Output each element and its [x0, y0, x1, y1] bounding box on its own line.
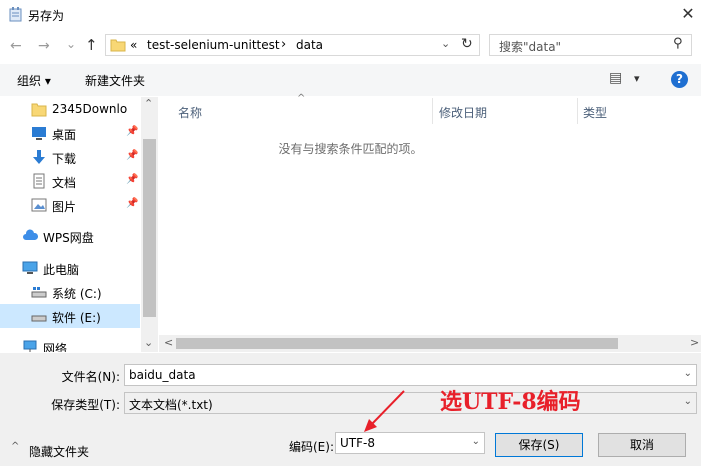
notepad-icon	[9, 7, 22, 22]
sidebar-item-documents[interactable]: 文档 📌	[0, 169, 140, 193]
network-icon	[23, 340, 37, 352]
picture-icon	[31, 198, 47, 212]
encoding-dropdown-icon[interactable]: ⌄	[472, 436, 480, 447]
scroll-down-icon[interactable]: ⌄	[144, 336, 153, 349]
search-input[interactable]: 搜索"data" ⚲	[489, 34, 692, 56]
folder-icon	[31, 103, 47, 117]
sidebar-item-label: WPS网盘	[43, 231, 94, 245]
new-folder-button[interactable]: 新建文件夹	[85, 72, 145, 89]
view-dropdown-icon[interactable]: ▾	[634, 72, 640, 85]
sidebar-item-label: 软件 (E:)	[52, 311, 101, 325]
sidebar-item-drive-e[interactable]: 软件 (E:)	[0, 304, 140, 328]
sidebar-item-label: 网络	[43, 342, 68, 352]
hide-folders-button[interactable]: 隐藏文件夹	[29, 443, 89, 460]
sidebar-item-network[interactable]: 网络	[0, 335, 140, 352]
breadcrumb-item[interactable]: test-selenium-unittest	[147, 38, 280, 52]
address-bar[interactable]: « test-selenium-unittest › data ⌄ ↻	[105, 34, 480, 56]
sidebar-item-2345downloads[interactable]: 2345Downlo	[0, 97, 140, 121]
pin-icon: 📌	[126, 198, 139, 209]
sidebar-item-label: 2345Downlo	[52, 102, 128, 116]
file-list[interactable]	[159, 97, 701, 352]
address-dropdown-icon[interactable]: ⌄	[441, 37, 450, 50]
breadcrumb-separator-icon[interactable]: ›	[281, 37, 286, 52]
recent-dropdown-icon[interactable]: ⌄	[66, 35, 76, 53]
sidebar-item-pictures[interactable]: 图片 📌	[0, 193, 140, 217]
breadcrumb-item[interactable]: data	[296, 38, 323, 52]
search-placeholder: 搜索"data"	[499, 40, 562, 54]
filetype-label: 保存类型(T):	[51, 398, 120, 412]
filetype-value: 文本文档(*.txt)	[129, 398, 213, 412]
drive-icon	[31, 287, 47, 298]
view-options-icon[interactable]: ▤	[609, 70, 622, 86]
column-header-date[interactable]: 修改日期	[439, 104, 487, 121]
filename-input[interactable]: baidu_data ⌄	[124, 364, 697, 386]
scroll-left-icon[interactable]: <	[164, 336, 173, 349]
refresh-icon[interactable]: ↻	[461, 36, 473, 52]
filename-value: baidu_data	[129, 368, 196, 382]
annotation-arrow-icon	[364, 390, 405, 432]
document-icon	[33, 173, 45, 189]
sidebar-item-label: 图片	[52, 200, 77, 214]
column-divider[interactable]	[432, 98, 433, 124]
sidebar-scroll-thumb[interactable]	[143, 139, 156, 317]
close-icon[interactable]: ✕	[678, 4, 698, 24]
scroll-right-icon[interactable]: >	[690, 336, 699, 349]
hscroll-thumb[interactable]	[176, 338, 618, 349]
filename-label: 文件名(N):	[61, 370, 120, 384]
encoding-select[interactable]: UTF-8 ⌄	[335, 432, 485, 454]
forward-icon[interactable]: →	[38, 37, 50, 55]
computer-icon	[22, 261, 38, 274]
sidebar-item-label: 系统 (C:)	[52, 287, 102, 301]
scroll-up-icon[interactable]: ⌃	[144, 97, 153, 110]
column-divider[interactable]	[577, 98, 578, 124]
pin-icon: 📌	[126, 174, 139, 185]
sidebar-item-drive-c[interactable]: 系统 (C:)	[0, 280, 140, 304]
title-bar	[0, 0, 701, 30]
back-icon[interactable]: ←	[10, 37, 22, 55]
navigation-pane: 2345Downlo 桌面 📌 下载 📌 文档 📌 图片 📌 WPS网盘 此电脑…	[0, 97, 158, 352]
filename-dropdown-icon[interactable]: ⌄	[684, 368, 692, 379]
sidebar-item-label: 此电脑	[43, 263, 80, 277]
organize-button[interactable]: 组织 ▾	[17, 72, 51, 89]
annotation-text: 选UTF-8编码	[440, 389, 581, 415]
window-title: 另存为	[28, 9, 65, 23]
sidebar-item-this-pc[interactable]: 此电脑	[0, 256, 140, 280]
filetype-select[interactable]: 文本文档(*.txt) ⌄	[124, 392, 697, 414]
breadcrumb-overflow-icon[interactable]: «	[130, 38, 137, 52]
filetype-dropdown-icon[interactable]: ⌄	[684, 396, 692, 407]
pin-icon: 📌	[126, 126, 139, 137]
sidebar-item-wps-cloud[interactable]: WPS网盘	[0, 224, 140, 248]
cloud-icon	[23, 229, 38, 240]
save-button[interactable]: 保存(S)	[495, 433, 583, 457]
column-header-type[interactable]: 类型	[583, 104, 607, 121]
folder-icon	[110, 39, 126, 52]
encoding-value: UTF-8	[340, 436, 375, 450]
desktop-icon	[32, 127, 46, 140]
up-icon[interactable]: ↑	[85, 36, 98, 54]
encoding-label: 编码(E):	[289, 440, 334, 454]
collapse-icon[interactable]: ^	[11, 441, 19, 452]
empty-message: 没有与搜索条件匹配的项。	[278, 142, 423, 156]
drive-icon	[31, 315, 47, 322]
search-icon[interactable]: ⚲	[673, 36, 683, 51]
sort-ascending-icon: ^	[297, 93, 306, 104]
sidebar-item-label: 文档	[52, 176, 77, 190]
help-icon[interactable]: ?	[671, 71, 688, 88]
cancel-button[interactable]: 取消	[598, 433, 686, 457]
column-header-name[interactable]: 名称	[178, 104, 202, 121]
